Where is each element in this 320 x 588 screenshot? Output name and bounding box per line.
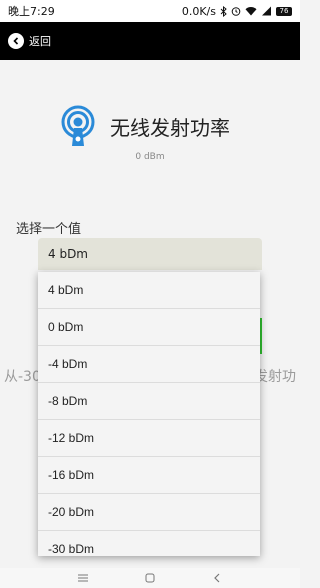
chevron-left-icon: [213, 573, 220, 583]
power-select[interactable]: 4 bDm: [38, 238, 262, 270]
option-item[interactable]: -4 bDm: [38, 346, 260, 383]
main-content: 无线发射功率 0 dBm 选择一个值 4 bDm 从-30 发射功 4 bDm …: [0, 60, 300, 568]
bluetooth-icon: [220, 5, 227, 17]
option-item[interactable]: -12 bDm: [38, 420, 260, 457]
home-icon: [145, 573, 155, 583]
alarm-icon: [231, 7, 241, 16]
back-arrow-icon: [8, 33, 24, 49]
current-value: 0 dBm: [135, 152, 165, 162]
wireless-power-icon: [61, 105, 95, 146]
back-label: 返回: [29, 35, 51, 48]
status-bar: 晚上7:29 0.0K/s 76: [0, 0, 300, 22]
wifi-icon: [245, 7, 257, 16]
back-button[interactable]: 返回: [8, 33, 51, 49]
system-nav-bar: [0, 568, 300, 588]
options-dropdown: 4 bDm 0 bDm -4 bDm -8 bDm -12 bDm -16 bD…: [38, 272, 260, 556]
page-header: 无线发射功率: [58, 104, 230, 148]
menu-button[interactable]: [73, 571, 93, 585]
page-title: 无线发射功率: [110, 115, 230, 140]
status-time: 晚上7:29: [8, 5, 55, 18]
status-icons: 0.0K/s 76: [182, 5, 292, 18]
option-item[interactable]: -20 bDm: [38, 494, 260, 531]
range-text-left: 从-30: [4, 369, 41, 385]
range-text-right: 发射功: [254, 369, 296, 385]
option-item[interactable]: 4 bDm: [38, 272, 260, 309]
option-item[interactable]: 0 bDm: [38, 309, 260, 346]
option-item[interactable]: -30 bDm: [38, 531, 260, 556]
option-item[interactable]: -8 bDm: [38, 383, 260, 420]
menu-icon: [78, 574, 89, 582]
select-label: 选择一个值: [16, 222, 82, 237]
net-speed: 0.0K/s: [181, 4, 216, 18]
home-button[interactable]: [140, 571, 160, 585]
app-bar: 返回: [0, 22, 300, 60]
signal-icon: [262, 6, 271, 16]
battery-icon: 76: [276, 6, 292, 16]
back-nav-button[interactable]: [207, 571, 227, 585]
option-item[interactable]: -16 bDm: [38, 457, 260, 494]
